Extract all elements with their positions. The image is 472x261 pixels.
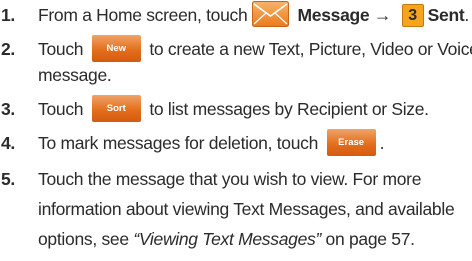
step-number: 2. <box>1 39 15 59</box>
menu-path-sent: Sent <box>427 5 465 25</box>
step-number: 3. <box>1 99 15 119</box>
envelope-icon <box>251 1 289 28</box>
key-number-badge: 3 <box>401 3 424 27</box>
erase-softkey: Erase <box>326 128 376 156</box>
sort-softkey: Sort <box>91 94 141 122</box>
step-number: 5. <box>1 169 15 189</box>
instruction-page: 1. From a Home screen, touch Message → 3… <box>0 0 472 261</box>
new-softkey: New <box>91 34 141 62</box>
step-number: 1. <box>1 5 15 25</box>
step-text: From a Home screen, touch <box>38 5 248 25</box>
step-number: 4. <box>1 133 15 153</box>
cross-reference-link: “Viewing Text Messages” <box>133 229 321 249</box>
menu-path-message: Message → <box>297 5 392 25</box>
